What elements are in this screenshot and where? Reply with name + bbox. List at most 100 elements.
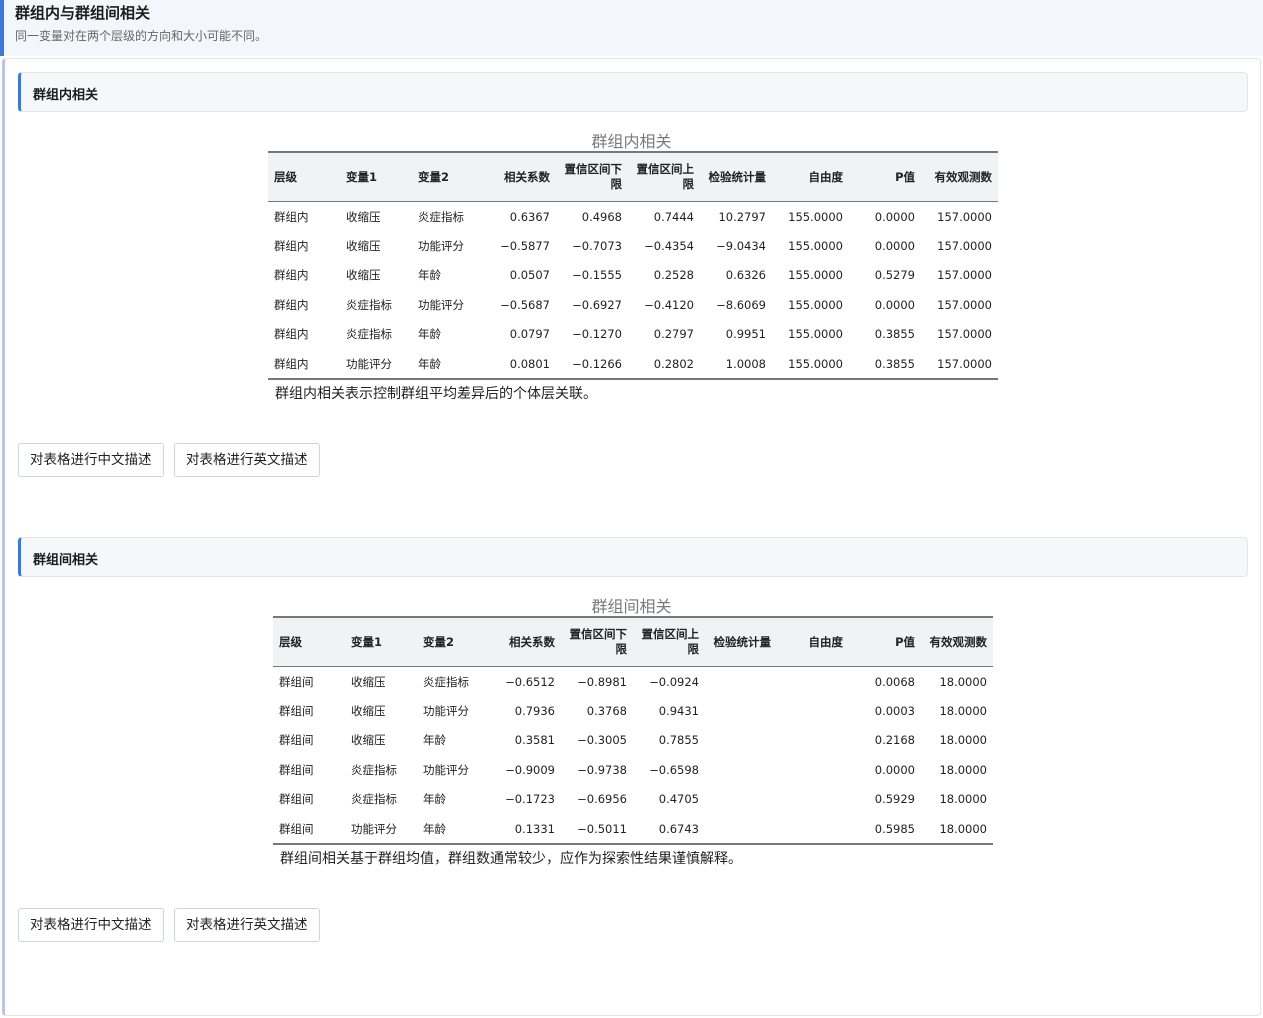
column-header: 检验统计量: [705, 616, 777, 667]
table-cell: 0.6326: [725, 268, 766, 283]
table-cell: 炎症指标: [346, 327, 392, 342]
describe-english-button-within[interactable]: 对表格进行英文描述: [174, 443, 320, 477]
table-cell: 18.0000: [939, 674, 987, 689]
table-cell: 群组间: [279, 674, 314, 689]
table-row: 群组间 炎症指标 功能评分 −0.9009 −0.9738 −0.6598 0.0000 18…: [273, 755, 993, 784]
table-row: 群组内 功能评分 年龄 0.0801 −0.1266 0.2802 1.0008 155.00…: [268, 348, 998, 381]
table-cell: 年龄: [412, 348, 484, 381]
describe-chinese-button-between[interactable]: 对表格进行中文描述: [18, 908, 164, 942]
table-cell: 18.0000: [939, 762, 987, 777]
table-cell: −0.5687: [500, 297, 550, 312]
column-header: 层级: [273, 616, 345, 667]
column-header: 层级: [268, 151, 340, 202]
table-row: 群组内 收缩压 功能评分 −0.5877 −0.7073 −0.4354 −9.0434 15…: [268, 231, 998, 260]
table-cell: 收缩压: [346, 209, 381, 224]
table-cell: 收缩压: [346, 268, 381, 283]
table-cell: 0.0000: [874, 239, 915, 254]
between-table: 层级 变量1 变量2 相关系数 置信区间下限 置信区间上限 检验统计量 自由度 P值 有效观测数 …: [273, 616, 993, 846]
table-cell: 0.0000: [874, 209, 915, 224]
page-title: 群组内与群组间相关: [15, 4, 151, 22]
column-header: 置信区间上限: [633, 616, 705, 667]
table-cell: 炎症指标: [351, 792, 397, 807]
table-cell: 炎症指标: [418, 209, 464, 224]
table-cell: 功能评分: [423, 762, 469, 777]
table-cell: 功能评分: [418, 297, 464, 312]
table-cell: 群组间: [279, 704, 314, 719]
table-title-between: 群组间相关: [591, 597, 672, 616]
table-cell: 157.0000: [937, 327, 992, 342]
table-cell: 0.4968: [581, 209, 622, 224]
column-header: 变量1: [340, 151, 412, 202]
column-header: 相关系数: [489, 616, 561, 667]
table-row: 群组间 收缩压 年龄 0.3581 −0.3005 0.7855 0.2168 18.0000: [273, 726, 993, 755]
table-cell: 157.0000: [937, 209, 992, 224]
table-cell: −0.5877: [500, 239, 550, 254]
table-cell: 0.3768: [586, 704, 627, 719]
table-cell: [777, 696, 849, 725]
table-cell: 0.2802: [628, 348, 700, 381]
table-cell: −0.4354: [644, 239, 694, 254]
table-cell: −0.0924: [649, 674, 699, 689]
table-cell: 0.0000: [874, 762, 915, 777]
table-cell: 18.0000: [939, 733, 987, 748]
table-cell: 0.2168: [874, 733, 915, 748]
column-header: 自由度: [772, 151, 849, 202]
table-cell: −0.6598: [649, 762, 699, 777]
table-cell: 155.0000: [788, 268, 843, 283]
section-title-within: 群组内相关: [33, 88, 99, 103]
table-cell: [705, 696, 777, 725]
table-cell: 10.2797: [718, 209, 766, 224]
table-cell: −0.3005: [577, 733, 627, 748]
table-cell: 157.0000: [921, 348, 998, 381]
table-cell: 157.0000: [937, 239, 992, 254]
column-header: 变量2: [417, 616, 489, 667]
section-header-between: 群组间相关: [18, 537, 1248, 577]
column-header: 检验统计量: [700, 151, 772, 202]
table-cell: [705, 667, 777, 697]
table-cell: 0.9431: [658, 704, 699, 719]
table-cell: 群组间: [279, 733, 314, 748]
table-cell: 0.1331: [489, 813, 561, 846]
column-header: 置信区间上限: [628, 151, 700, 202]
column-header: P值: [849, 616, 921, 667]
page-header: 群组内与群组间相关 同一变量对在两个层级的方向和大小可能不同。: [0, 0, 1263, 56]
table-cell: −0.6927: [572, 297, 622, 312]
table-cell: 群组间: [273, 813, 345, 846]
describe-english-button-between[interactable]: 对表格进行英文描述: [174, 908, 320, 942]
table-row: 群组间 收缩压 炎症指标 −0.6512 −0.8981 −0.0924 0.0068 18.…: [273, 667, 993, 697]
table-cell: 0.2797: [653, 327, 694, 342]
table-cell: −0.1723: [505, 792, 555, 807]
column-header: 相关系数: [484, 151, 556, 202]
column-header: P值: [849, 151, 921, 202]
table-title-within: 群组内相关: [591, 132, 672, 151]
table-cell: −0.1555: [572, 268, 622, 283]
table-cell: 0.5279: [874, 268, 915, 283]
table-note-within: 群组内相关表示控制群组平均差异后的个体层关联。: [275, 386, 597, 402]
table-cell: 年龄: [417, 813, 489, 846]
column-header: 变量2: [412, 151, 484, 202]
table-cell: 群组内: [274, 297, 309, 312]
table-cell: 年龄: [418, 268, 441, 283]
table-cell: 157.0000: [937, 297, 992, 312]
within-table: 层级 变量1 变量2 相关系数 置信区间下限 置信区间上限 检验统计量 自由度 P值 有效观测数 …: [268, 151, 998, 381]
describe-chinese-button-within[interactable]: 对表格进行中文描述: [18, 443, 164, 477]
table-cell: 炎症指标: [423, 674, 469, 689]
table-cell: 0.6367: [509, 209, 550, 224]
table-cell: 155.0000: [788, 239, 843, 254]
table-cell: 0.3855: [849, 348, 921, 381]
table-cell: 155.0000: [772, 348, 849, 381]
column-header: 自由度: [777, 616, 849, 667]
table-row: 群组间 功能评分 年龄 0.1331 −0.5011 0.6743 0.5985 18.000…: [273, 813, 993, 846]
table-cell: 0.6743: [633, 813, 705, 846]
section-header-within: 群组内相关: [18, 72, 1248, 112]
table-cell: 0.5929: [874, 792, 915, 807]
table-row: 群组内 收缩压 炎症指标 0.6367 0.4968 0.7444 10.2797 155.0…: [268, 202, 998, 232]
table-note-between: 群组间相关基于群组均值，群组数通常较少，应作为探索性结果谨慎解释。: [280, 851, 742, 867]
page-subtitle: 同一变量对在两个层级的方向和大小可能不同。: [15, 29, 268, 43]
table-cell: −0.7073: [572, 239, 622, 254]
table-cell: 0.7855: [658, 733, 699, 748]
table-cell: 年龄: [423, 733, 446, 748]
column-header: 变量1: [345, 616, 417, 667]
table-cell: 0.3581: [514, 733, 555, 748]
table-row: 群组内 炎症指标 功能评分 −0.5687 −0.6927 −0.4120 −8.6069 1…: [268, 290, 998, 319]
